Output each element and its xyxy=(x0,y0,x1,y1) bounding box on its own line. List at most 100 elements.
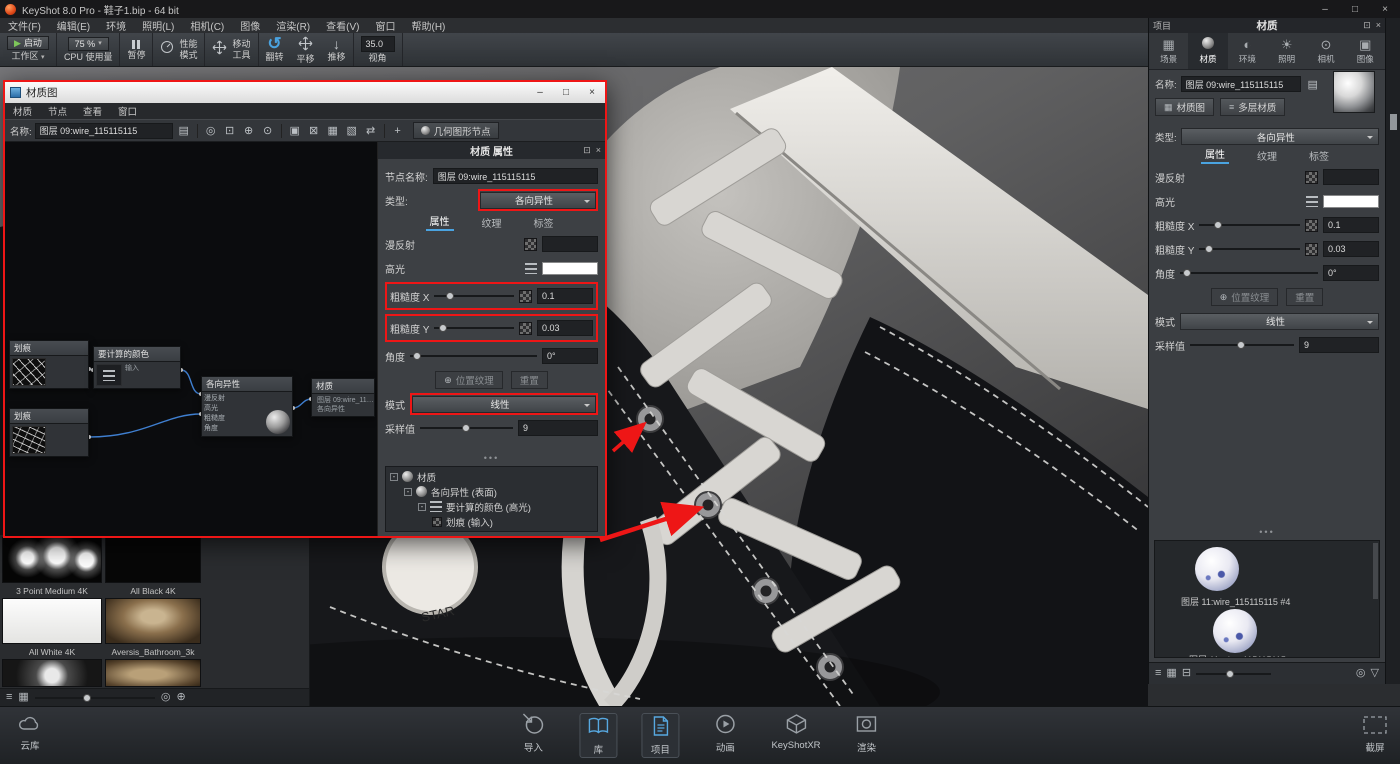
close-panel-icon[interactable]: × xyxy=(1376,20,1381,31)
tab-properties[interactable]: 属性 xyxy=(1201,145,1229,164)
tab-camera[interactable]: ⊙相机 xyxy=(1306,33,1345,69)
roughness-x-slider[interactable] xyxy=(434,295,514,297)
tab-labels[interactable]: 标签 xyxy=(530,214,558,231)
dolly-button[interactable]: ↓ 推移 xyxy=(328,37,346,62)
pause-button[interactable]: 暂停 xyxy=(127,40,145,60)
material-name-field[interactable]: 图层 09:wire_115115115 xyxy=(1181,76,1301,92)
tab-image[interactable]: ▣图像 xyxy=(1346,33,1385,69)
menu-edit[interactable]: 编辑(E) xyxy=(49,18,98,33)
screenshot-button[interactable]: 截屏 xyxy=(1362,715,1388,754)
slider-handle[interactable] xyxy=(1237,341,1245,349)
env-thumb-partial[interactable] xyxy=(2,659,102,687)
close-panel-icon[interactable]: × xyxy=(596,145,601,156)
menu-environment[interactable]: 环境 xyxy=(98,18,134,33)
performance-mode-toggle[interactable]: 性能模式 xyxy=(179,39,197,60)
pattern-icon[interactable]: ▧ xyxy=(344,123,360,138)
duplicate-icon[interactable]: ▣ xyxy=(287,123,303,138)
grid-view-icon[interactable]: ▦ xyxy=(18,692,28,703)
upload-icon[interactable]: ⊕ xyxy=(176,692,185,703)
position-texture-button[interactable]: ⊕位置纹理 xyxy=(1211,288,1279,306)
expander-icon[interactable]: - xyxy=(418,503,426,511)
node-name-field[interactable]: 图层 09:wire_115115115 xyxy=(433,168,598,184)
tumble-button[interactable]: ↺ 翻转 xyxy=(266,37,284,62)
maximize-button[interactable]: □ xyxy=(1340,0,1370,18)
texture-chip-icon[interactable] xyxy=(1305,243,1318,256)
filter-funnel-icon[interactable]: ▽ xyxy=(1371,668,1379,679)
tab-properties[interactable]: 属性 xyxy=(426,212,454,231)
samples-slider[interactable] xyxy=(420,427,513,429)
env-thumb-all-white[interactable] xyxy=(2,598,102,644)
menu-lighting[interactable]: 照明(L) xyxy=(134,18,182,33)
env-thumb-bathroom[interactable] xyxy=(105,598,201,644)
crosshair-icon[interactable]: + xyxy=(390,123,406,138)
samples-field[interactable]: 9 xyxy=(518,420,598,436)
menu-render[interactable]: 渲染(R) xyxy=(268,18,318,33)
project-button[interactable]: 项目 xyxy=(641,713,679,758)
menu-help[interactable]: 帮助(H) xyxy=(403,18,453,33)
diffuse-field[interactable] xyxy=(542,236,598,252)
slider-handle[interactable] xyxy=(1214,221,1222,229)
tab-textures[interactable]: 纹理 xyxy=(1253,147,1281,164)
collapse-view-icon[interactable]: ⊟ xyxy=(1182,668,1191,679)
pan-button[interactable]: 平移 xyxy=(297,36,315,64)
material-name-field[interactable]: 图层 09:wire_115115115 xyxy=(35,123,173,139)
keyshotxr-button[interactable]: KeyShotXR xyxy=(771,713,820,751)
thumbnail-size-slider[interactable] xyxy=(35,697,155,699)
tree-item-material[interactable]: - 材质 xyxy=(390,469,593,484)
tab-textures[interactable]: 纹理 xyxy=(478,214,506,231)
slider-handle[interactable] xyxy=(439,324,447,332)
material-preview-sphere[interactable] xyxy=(1333,71,1375,113)
angle-field[interactable]: 0° xyxy=(1323,265,1379,281)
env-thumb-all-black[interactable] xyxy=(105,537,201,583)
material-type-dropdown[interactable]: 各向异性 xyxy=(480,192,596,209)
texture-chip-icon[interactable] xyxy=(519,290,532,303)
add-node-icon[interactable]: ⊕ xyxy=(241,123,257,138)
minimize-button[interactable]: – xyxy=(1310,0,1340,18)
mg-close-button[interactable]: × xyxy=(579,82,605,103)
node-computed-color[interactable]: 要计算的颜色 输入 xyxy=(93,346,181,389)
position-texture-button[interactable]: ⊕位置纹理 xyxy=(435,371,503,389)
texture-chip-icon[interactable] xyxy=(524,238,537,251)
tab-material[interactable]: 材质 xyxy=(1188,33,1227,69)
cloud-library-button[interactable]: 云库 xyxy=(16,715,44,752)
grid-view-icon[interactable]: ▦ xyxy=(1166,668,1176,679)
panel-resize-dots[interactable]: ••• xyxy=(1149,527,1385,537)
multi-material-button[interactable]: ≡多层材质 xyxy=(1220,98,1285,116)
search-icon[interactable]: ◎ xyxy=(1356,668,1366,679)
material-list-sphere[interactable] xyxy=(1195,547,1239,591)
material-list-scrollbar[interactable] xyxy=(1373,543,1378,599)
menu-file[interactable]: 文件(F) xyxy=(0,18,49,33)
menu-view[interactable]: 查看(V) xyxy=(318,18,367,33)
float-panel-icon[interactable]: ⊡ xyxy=(1363,20,1371,31)
material-graph-titlebar[interactable]: 材质图 – □ × xyxy=(5,82,605,103)
roughness-x-field[interactable]: 0.1 xyxy=(1323,217,1379,233)
slider-handle[interactable] xyxy=(83,694,91,702)
tab-scene[interactable]: ▦场景 xyxy=(1149,33,1188,69)
slider-handle[interactable] xyxy=(1205,245,1213,253)
env-thumb-3point-medium[interactable] xyxy=(2,537,102,583)
roughness-y-field[interactable]: 0.03 xyxy=(1323,241,1379,257)
mode-dropdown[interactable]: 线性 xyxy=(412,396,596,413)
reset-button[interactable]: 重置 xyxy=(511,371,548,389)
node-material-root[interactable]: 材质 图层 09:wire_11…各向异性 xyxy=(311,378,375,417)
move-tool-button[interactable]: 移动工具 xyxy=(232,39,250,60)
slider-handle[interactable] xyxy=(413,352,421,360)
save-icon[interactable]: ▤ xyxy=(176,123,192,138)
zoom-icon[interactable]: ◎ xyxy=(203,123,219,138)
menu-image[interactable]: 图像 xyxy=(232,18,268,33)
expander-icon[interactable]: - xyxy=(390,473,398,481)
roughness-x-slider[interactable] xyxy=(1199,224,1300,226)
mg-maximize-button[interactable]: □ xyxy=(553,82,579,103)
angle-slider[interactable] xyxy=(410,355,537,357)
angle-field[interactable]: 0° xyxy=(542,348,598,364)
slider-handle[interactable] xyxy=(1226,670,1234,678)
mg-menu-node[interactable]: 节点 xyxy=(40,104,75,118)
start-button[interactable]: ▶启动 xyxy=(7,36,49,50)
angle-slider[interactable] xyxy=(1180,272,1318,274)
env-thumb-partial[interactable] xyxy=(105,659,201,687)
node-scratch-bottom[interactable]: 划痕 xyxy=(9,408,89,457)
library-button[interactable]: 库 xyxy=(579,713,617,758)
specular-color-swatch[interactable] xyxy=(1323,195,1379,208)
animation-button[interactable]: 动画 xyxy=(703,713,747,754)
search-icon[interactable]: ◎ xyxy=(161,692,171,703)
